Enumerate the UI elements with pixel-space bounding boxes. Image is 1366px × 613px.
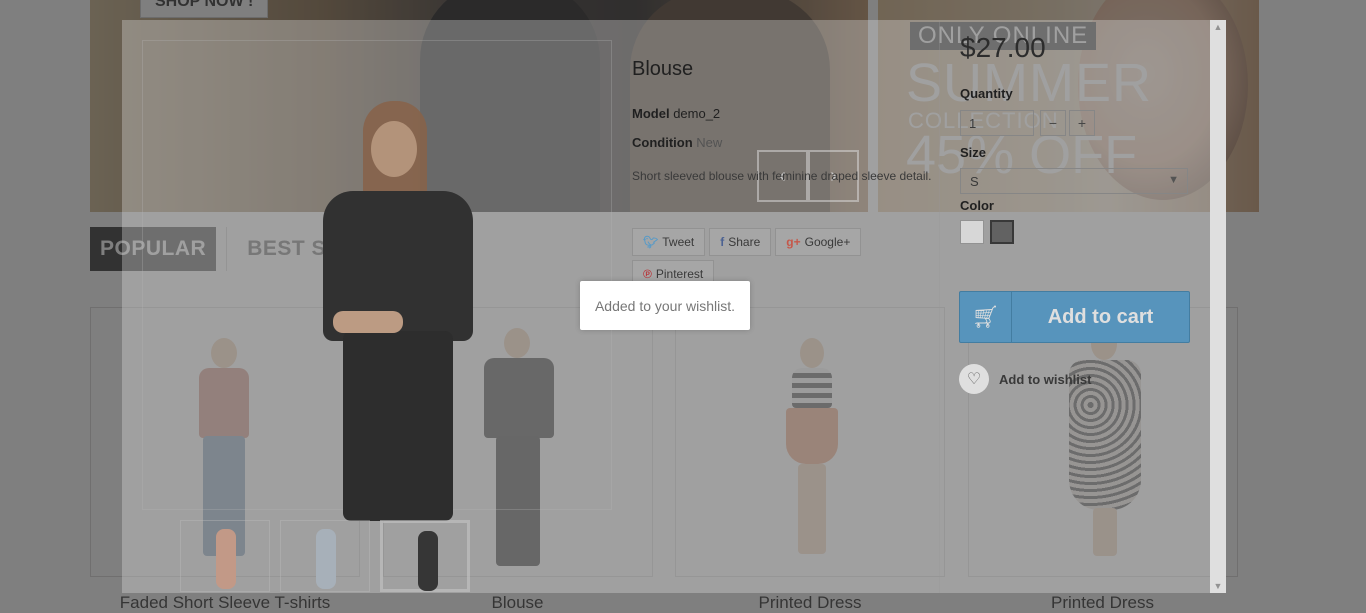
- thumbnail-active[interactable]: [380, 520, 470, 592]
- thumbnail-figure: [418, 531, 438, 591]
- add-to-cart-label: Add to cart: [1047, 305, 1154, 328]
- product-description: Short sleeved blouse with feminine drape…: [632, 169, 932, 183]
- wishlist-notification: Added to your wishlist.: [580, 281, 750, 330]
- condition-value: New: [696, 135, 723, 150]
- product-model-figure: [371, 121, 417, 177]
- product-price: $27.00: [960, 32, 1046, 63]
- cart-icon: 🛒︎: [960, 292, 1012, 342]
- chevron-down-icon: ▼: [1168, 174, 1179, 186]
- tweet-label: Tweet: [662, 235, 695, 249]
- quantity-input[interactable]: [960, 110, 1034, 136]
- size-select[interactable]: S ▼: [960, 168, 1188, 194]
- twitter-icon: 🐦︎: [643, 235, 659, 249]
- google-plus-button[interactable]: g+ Google+: [775, 228, 862, 256]
- heart-icon: ♡: [959, 364, 989, 394]
- thumbnail[interactable]: [180, 520, 270, 592]
- facebook-icon: f: [720, 235, 725, 249]
- color-swatches: [960, 220, 1014, 244]
- color-swatch-white[interactable]: [960, 220, 984, 244]
- pinterest-label: Pinterest: [655, 267, 704, 281]
- product-condition: Condition New: [632, 135, 722, 150]
- size-value: S: [970, 174, 979, 189]
- google-plus-label: Google+: [804, 235, 851, 249]
- share-label: Share: [728, 235, 761, 249]
- tweet-button[interactable]: 🐦︎ Tweet: [632, 228, 706, 256]
- color-label: Color: [960, 198, 994, 213]
- add-to-cart-button[interactable]: 🛒︎ Add to cart: [959, 291, 1190, 343]
- google-plus-icon: g+: [786, 235, 801, 249]
- model-label: Model: [632, 106, 670, 121]
- add-to-wishlist-button[interactable]: ♡ Add to wishlist: [959, 364, 1091, 394]
- quantity-plus-button[interactable]: +: [1069, 110, 1095, 136]
- scroll-up-arrow-icon[interactable]: ▲: [1210, 22, 1226, 32]
- quantity-label: Quantity: [960, 86, 1013, 101]
- modal-divider: [939, 20, 940, 593]
- share-button[interactable]: f Share: [709, 228, 772, 256]
- thumbnail-strip: [180, 520, 470, 592]
- pinterest-icon: ℗: [643, 267, 652, 281]
- product-model-figure: [343, 331, 453, 521]
- thumbnail-figure: [316, 529, 336, 589]
- product-model-figure: [333, 311, 403, 333]
- color-swatch-grey[interactable]: [990, 220, 1014, 244]
- product-main-image[interactable]: [142, 40, 612, 521]
- condition-label: Condition: [632, 135, 693, 150]
- thumbnail-figure: [216, 529, 236, 589]
- size-label: Size: [960, 145, 987, 160]
- product-model: Model demo_2: [632, 106, 720, 121]
- thumbnail[interactable]: [280, 520, 370, 592]
- social-share-buttons: 🐦︎ Tweet f Share g+ Google+ ℗ Pinterest: [632, 228, 892, 288]
- model-value: demo_2: [673, 106, 721, 121]
- add-to-wishlist-label: Add to wishlist: [999, 371, 1092, 387]
- modal-scrollbar[interactable]: ▲ ▼: [1210, 20, 1226, 593]
- quantity-minus-button[interactable]: −: [1040, 110, 1066, 136]
- scroll-down-arrow-icon[interactable]: ▼: [1210, 581, 1226, 591]
- product-title: Blouse: [632, 58, 694, 80]
